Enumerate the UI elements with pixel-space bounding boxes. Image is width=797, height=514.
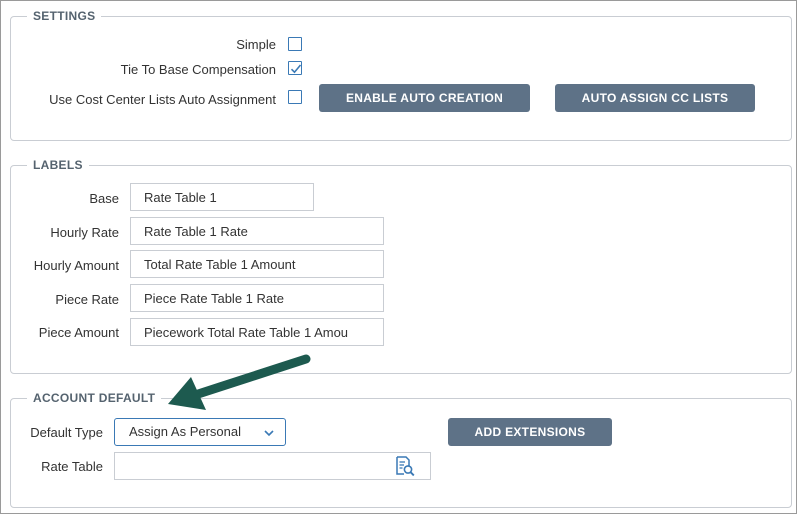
hourly-rate-input[interactable] [130, 217, 384, 245]
rate-table-label: Rate Table [41, 459, 103, 474]
hourly-amount-label: Hourly Amount [33, 258, 119, 273]
hourly-rate-label: Hourly Rate [50, 225, 119, 240]
hourly-amount-input[interactable] [130, 250, 384, 278]
chevron-down-icon [264, 430, 274, 437]
labels-section: LABELS [10, 158, 792, 374]
piece-rate-label: Piece Rate [55, 292, 119, 307]
simple-label: Simple [236, 37, 276, 52]
default-type-value: Assign As Personal [129, 424, 242, 439]
settings-legend: SETTINGS [19, 9, 101, 23]
document-search-icon[interactable] [394, 455, 416, 477]
simple-checkbox[interactable] [288, 37, 302, 51]
labels-legend: LABELS [19, 158, 89, 172]
base-label-input[interactable] [130, 183, 314, 211]
default-type-label: Default Type [30, 425, 103, 440]
piece-amount-input[interactable] [130, 318, 384, 346]
account-default-legend: ACCOUNT DEFAULT [19, 391, 161, 405]
add-extensions-button[interactable]: ADD EXTENSIONS [448, 418, 612, 446]
account-default-section: ACCOUNT DEFAULT [10, 391, 792, 508]
settings-panel: SETTINGS Simple Tie To Base Compensation… [0, 0, 797, 514]
piece-amount-label: Piece Amount [38, 325, 119, 340]
check-icon [290, 64, 302, 74]
base-label: Base [89, 191, 119, 206]
enable-auto-creation-button[interactable]: ENABLE AUTO CREATION [319, 84, 530, 112]
auto-assign-cc-lists-button[interactable]: AUTO ASSIGN CC LISTS [555, 84, 755, 112]
piece-rate-input[interactable] [130, 284, 384, 312]
tie-to-base-label: Tie To Base Compensation [120, 62, 276, 77]
cost-center-auto-assignment-label: Use Cost Center Lists Auto Assignment [49, 92, 276, 107]
cost-center-auto-assignment-checkbox[interactable] [288, 90, 302, 104]
default-type-select[interactable]: Assign As Personal [114, 418, 286, 446]
tie-to-base-checkbox[interactable] [288, 61, 302, 75]
rate-table-input[interactable] [114, 452, 431, 480]
